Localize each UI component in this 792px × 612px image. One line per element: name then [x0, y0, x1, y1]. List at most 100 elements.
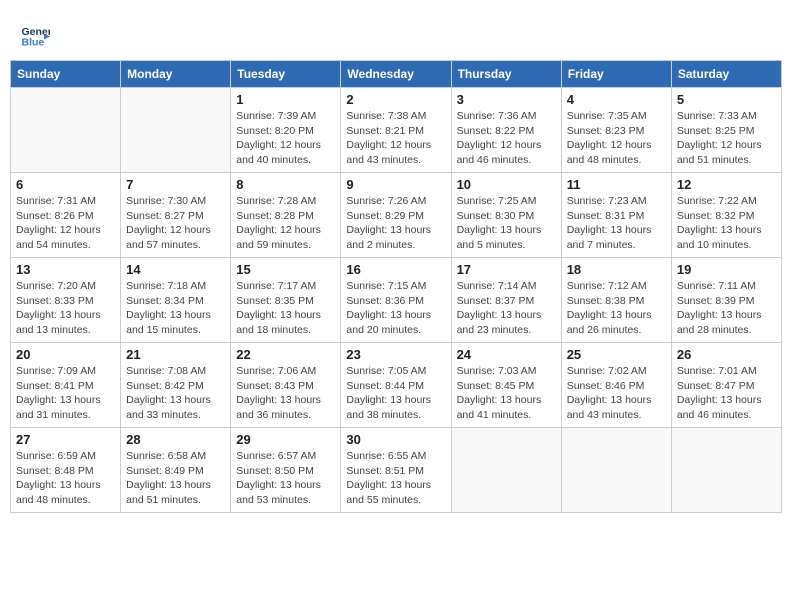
day-number: 6 [16, 177, 115, 192]
day-info: Sunrise: 7:01 AMSunset: 8:47 PMDaylight:… [677, 364, 776, 423]
day-number: 26 [677, 347, 776, 362]
calendar-cell: 24Sunrise: 7:03 AMSunset: 8:45 PMDayligh… [451, 343, 561, 428]
day-info: Sunrise: 7:14 AMSunset: 8:37 PMDaylight:… [457, 279, 556, 338]
calendar-cell: 21Sunrise: 7:08 AMSunset: 8:42 PMDayligh… [121, 343, 231, 428]
day-info: Sunrise: 7:08 AMSunset: 8:42 PMDaylight:… [126, 364, 225, 423]
calendar-cell [121, 88, 231, 173]
calendar-week-row: 6 Sunrise: 7:31 AMSunset: 8:26 PMDaylight… [11, 173, 782, 258]
day-number: 9 [346, 177, 445, 192]
calendar-cell: 22 Sunrise: 7:06 AMSunset: 8:43 PMDayligh… [231, 343, 341, 428]
day-number: 14 [126, 262, 225, 277]
day-number: 4 [567, 92, 666, 107]
calendar-cell: 3 Sunrise: 7:36 AMSunset: 8:22 PMDaylight… [451, 88, 561, 173]
day-info: Sunrise: 7:35 AMSunset: 8:23 PMDaylight:… [567, 109, 666, 168]
day-number: 30 [346, 432, 445, 447]
weekday-header: Friday [561, 61, 671, 88]
weekday-header: Sunday [11, 61, 121, 88]
calendar-cell: 19 Sunrise: 7:11 AMSunset: 8:39 PMDayligh… [671, 258, 781, 343]
calendar-cell: 25 Sunrise: 7:02 AMSunset: 8:46 PMDayligh… [561, 343, 671, 428]
calendar-cell [451, 428, 561, 513]
calendar-week-row: 13 Sunrise: 7:20 AMSunset: 8:33 PMDayligh… [11, 258, 782, 343]
day-number: 15 [236, 262, 335, 277]
day-info: Sunrise: 7:28 AMSunset: 8:28 PMDaylight:… [236, 194, 335, 253]
svg-text:Blue: Blue [22, 37, 45, 49]
day-info: Sunrise: 6:57 AMSunset: 8:50 PMDaylight:… [236, 449, 335, 508]
day-number: 20 [16, 347, 115, 362]
calendar-cell: 4 Sunrise: 7:35 AMSunset: 8:23 PMDaylight… [561, 88, 671, 173]
calendar-table: SundayMondayTuesdayWednesdayThursdayFrid… [10, 60, 782, 513]
day-number: 19 [677, 262, 776, 277]
calendar-week-row: 27 Sunrise: 6:59 AMSunset: 8:48 PMDayligh… [11, 428, 782, 513]
day-info: Sunrise: 7:12 AMSunset: 8:38 PMDaylight:… [567, 279, 666, 338]
calendar-week-row: 20 Sunrise: 7:09 AMSunset: 8:41 PMDayligh… [11, 343, 782, 428]
day-info: Sunrise: 7:38 AMSunset: 8:21 PMDaylight:… [346, 109, 445, 168]
day-info: Sunrise: 7:09 AMSunset: 8:41 PMDaylight:… [16, 364, 115, 423]
calendar-cell: 10Sunrise: 7:25 AMSunset: 8:30 PMDayligh… [451, 173, 561, 258]
calendar-cell: 26 Sunrise: 7:01 AMSunset: 8:47 PMDayligh… [671, 343, 781, 428]
day-info: Sunrise: 7:33 AMSunset: 8:25 PMDaylight:… [677, 109, 776, 168]
calendar-cell: 17 Sunrise: 7:14 AMSunset: 8:37 PMDayligh… [451, 258, 561, 343]
day-number: 8 [236, 177, 335, 192]
day-number: 7 [126, 177, 225, 192]
calendar-body: 1Sunrise: 7:39 AMSunset: 8:20 PMDaylight… [11, 88, 782, 513]
calendar-cell: 13 Sunrise: 7:20 AMSunset: 8:33 PMDayligh… [11, 258, 121, 343]
day-number: 13 [16, 262, 115, 277]
calendar-cell: 18 Sunrise: 7:12 AMSunset: 8:38 PMDayligh… [561, 258, 671, 343]
day-info: Sunrise: 7:06 AMSunset: 8:43 PMDaylight:… [236, 364, 335, 423]
day-number: 11 [567, 177, 666, 192]
calendar-cell: 1Sunrise: 7:39 AMSunset: 8:20 PMDaylight… [231, 88, 341, 173]
day-info: Sunrise: 7:11 AMSunset: 8:39 PMDaylight:… [677, 279, 776, 338]
day-info: Sunrise: 6:59 AMSunset: 8:48 PMDaylight:… [16, 449, 115, 508]
calendar-cell: 9 Sunrise: 7:26 AMSunset: 8:29 PMDaylight… [341, 173, 451, 258]
logo: General Blue [20, 20, 54, 50]
calendar-cell: 11 Sunrise: 7:23 AMSunset: 8:31 PMDayligh… [561, 173, 671, 258]
calendar-cell [671, 428, 781, 513]
day-number: 25 [567, 347, 666, 362]
calendar-cell [11, 88, 121, 173]
calendar-cell: 20 Sunrise: 7:09 AMSunset: 8:41 PMDayligh… [11, 343, 121, 428]
calendar-cell: 12 Sunrise: 7:22 AMSunset: 8:32 PMDayligh… [671, 173, 781, 258]
calendar-cell: 29 Sunrise: 6:57 AMSunset: 8:50 PMDayligh… [231, 428, 341, 513]
weekday-header: Tuesday [231, 61, 341, 88]
calendar-cell: 23Sunrise: 7:05 AMSunset: 8:44 PMDayligh… [341, 343, 451, 428]
day-number: 17 [457, 262, 556, 277]
calendar-cell: 28Sunrise: 6:58 AMSunset: 8:49 PMDayligh… [121, 428, 231, 513]
calendar-cell: 15Sunrise: 7:17 AMSunset: 8:35 PMDayligh… [231, 258, 341, 343]
day-info: Sunrise: 7:22 AMSunset: 8:32 PMDaylight:… [677, 194, 776, 253]
calendar-cell: 6 Sunrise: 7:31 AMSunset: 8:26 PMDaylight… [11, 173, 121, 258]
day-info: Sunrise: 7:26 AMSunset: 8:29 PMDaylight:… [346, 194, 445, 253]
day-number: 1 [236, 92, 335, 107]
day-info: Sunrise: 7:20 AMSunset: 8:33 PMDaylight:… [16, 279, 115, 338]
calendar-cell: 7Sunrise: 7:30 AMSunset: 8:27 PMDaylight… [121, 173, 231, 258]
day-number: 2 [346, 92, 445, 107]
day-number: 5 [677, 92, 776, 107]
calendar-cell: 2 Sunrise: 7:38 AMSunset: 8:21 PMDaylight… [341, 88, 451, 173]
calendar-cell: 30 Sunrise: 6:55 AMSunset: 8:51 PMDayligh… [341, 428, 451, 513]
weekday-header: Monday [121, 61, 231, 88]
page-header: General Blue [10, 10, 782, 55]
calendar-week-row: 1Sunrise: 7:39 AMSunset: 8:20 PMDaylight… [11, 88, 782, 173]
day-info: Sunrise: 7:23 AMSunset: 8:31 PMDaylight:… [567, 194, 666, 253]
day-info: Sunrise: 7:31 AMSunset: 8:26 PMDaylight:… [16, 194, 115, 253]
day-info: Sunrise: 7:36 AMSunset: 8:22 PMDaylight:… [457, 109, 556, 168]
day-number: 12 [677, 177, 776, 192]
day-info: Sunrise: 7:18 AMSunset: 8:34 PMDaylight:… [126, 279, 225, 338]
calendar-cell: 8 Sunrise: 7:28 AMSunset: 8:28 PMDaylight… [231, 173, 341, 258]
calendar-cell: 16Sunrise: 7:15 AMSunset: 8:36 PMDayligh… [341, 258, 451, 343]
weekday-header-row: SundayMondayTuesdayWednesdayThursdayFrid… [11, 61, 782, 88]
day-number: 22 [236, 347, 335, 362]
day-info: Sunrise: 7:15 AMSunset: 8:36 PMDaylight:… [346, 279, 445, 338]
day-info: Sunrise: 7:03 AMSunset: 8:45 PMDaylight:… [457, 364, 556, 423]
day-info: Sunrise: 6:55 AMSunset: 8:51 PMDaylight:… [346, 449, 445, 508]
day-number: 18 [567, 262, 666, 277]
day-number: 3 [457, 92, 556, 107]
weekday-header: Saturday [671, 61, 781, 88]
calendar-cell: 14 Sunrise: 7:18 AMSunset: 8:34 PMDayligh… [121, 258, 231, 343]
day-number: 27 [16, 432, 115, 447]
calendar-cell: 27 Sunrise: 6:59 AMSunset: 8:48 PMDayligh… [11, 428, 121, 513]
day-info: Sunrise: 7:02 AMSunset: 8:46 PMDaylight:… [567, 364, 666, 423]
calendar-cell [561, 428, 671, 513]
day-number: 23 [346, 347, 445, 362]
day-number: 29 [236, 432, 335, 447]
calendar-cell: 5 Sunrise: 7:33 AMSunset: 8:25 PMDaylight… [671, 88, 781, 173]
